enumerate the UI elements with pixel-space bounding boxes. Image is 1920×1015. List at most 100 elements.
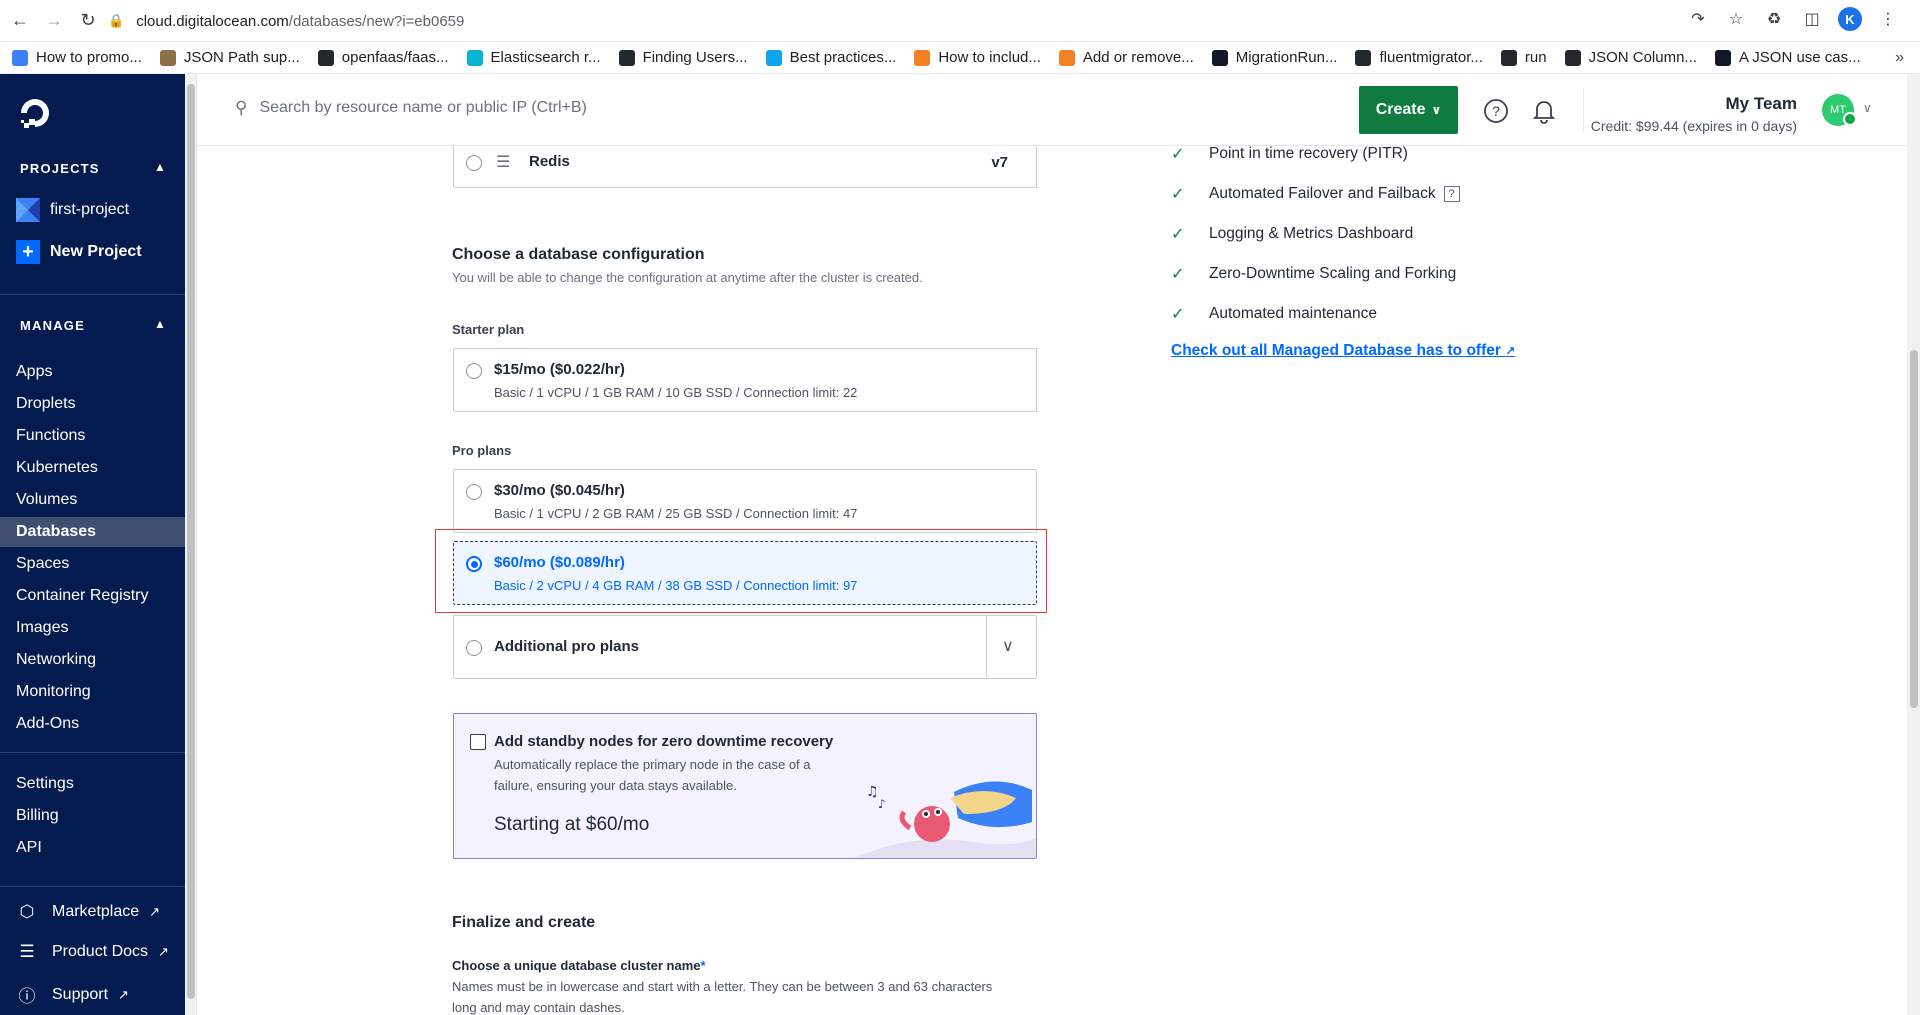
projects-collapse-icon[interactable]: ▲ bbox=[154, 160, 166, 174]
external-link-icon: ↗ bbox=[149, 904, 161, 919]
product-docs-label: Product Docs bbox=[52, 943, 149, 960]
plan-option-pro-60[interactable]: $60/mo ($0.089/hr) Basic / 2 vCPU / 4 GB… bbox=[453, 541, 1037, 605]
notifications-bell-icon[interactable] bbox=[1531, 98, 1557, 124]
manage-collapse-icon[interactable]: ▲ bbox=[154, 317, 166, 331]
sidebar-item-apps[interactable]: Apps bbox=[0, 357, 185, 387]
browser-menu-icon[interactable]: ⋮ bbox=[1876, 9, 1900, 29]
bookmark-item[interactable]: JSON Column... bbox=[1564, 49, 1697, 66]
sidebar-project-first[interactable]: first-project bbox=[16, 198, 129, 222]
share-icon[interactable]: ↷ bbox=[1686, 9, 1710, 29]
bookmark-favicon-icon bbox=[1500, 49, 1517, 66]
bookmark-favicon-icon bbox=[317, 49, 334, 66]
plan-radio[interactable] bbox=[466, 640, 482, 656]
check-icon: ✓ bbox=[1171, 226, 1185, 243]
bookmark-item[interactable]: MigrationRun... bbox=[1211, 49, 1337, 66]
standby-checkbox[interactable] bbox=[470, 734, 486, 750]
standby-nodes-card: Add standby nodes for zero downtime reco… bbox=[453, 713, 1037, 859]
sidebar-item-add-ons[interactable]: Add-Ons bbox=[0, 709, 185, 739]
sidebar-item-billing[interactable]: Billing bbox=[0, 801, 185, 831]
bookmark-favicon-icon bbox=[1355, 49, 1372, 66]
bookmark-star-icon[interactable]: ☆ bbox=[1724, 9, 1748, 29]
chevron-down-icon[interactable]: ∨ bbox=[1863, 101, 1872, 115]
chevron-down-icon[interactable]: ∨ bbox=[1002, 636, 1014, 656]
cluster-name-help-line1: Names must be in lowercase and start wit… bbox=[452, 979, 993, 994]
additional-pro-plans-dropdown[interactable]: Additional pro plans ∨ bbox=[453, 615, 1037, 679]
bookmark-label: JSON Path sup... bbox=[183, 49, 300, 66]
sidebar-support-link[interactable]: ⓘ Support ↗ bbox=[16, 982, 129, 1007]
bookmark-item[interactable]: run bbox=[1500, 49, 1547, 66]
bookmark-item[interactable]: Elasticsearch r... bbox=[466, 49, 601, 66]
digitalocean-logo[interactable] bbox=[18, 96, 52, 130]
header-divider bbox=[1583, 88, 1584, 132]
plan-option-starter[interactable]: $15/mo ($0.022/hr) Basic / 1 vCPU / 1 GB… bbox=[453, 348, 1037, 412]
sidebar-item-container-registry[interactable]: Container Registry bbox=[0, 581, 185, 611]
bookmark-favicon-icon bbox=[466, 49, 483, 66]
sidebar-marketplace-link[interactable]: ⬡ Marketplace ↗ bbox=[16, 902, 160, 922]
scrollbar-thumb[interactable] bbox=[187, 84, 195, 999]
sidebar-scrollbar[interactable] bbox=[185, 74, 197, 1015]
bookmark-item[interactable]: JSON Path sup... bbox=[159, 49, 300, 66]
sidebar-item-functions[interactable]: Functions bbox=[0, 421, 185, 451]
address-bar[interactable]: 🔒 cloud.digitalocean.com/databases/new?i… bbox=[108, 6, 1748, 36]
sidebar-item-networking[interactable]: Networking bbox=[0, 645, 185, 675]
side-panel-icon[interactable]: ◫ bbox=[1800, 9, 1824, 29]
forward-icon[interactable]: → bbox=[40, 7, 68, 35]
docs-icon: ☰ bbox=[19, 942, 35, 961]
config-section-subtitle: You will be able to change the configura… bbox=[452, 270, 923, 285]
extensions-icon[interactable]: ♻ bbox=[1762, 9, 1786, 29]
create-button[interactable]: Create ∨ bbox=[1359, 86, 1458, 134]
plan-option-pro-30[interactable]: $30/mo ($0.045/hr) Basic / 1 vCPU / 2 GB… bbox=[453, 469, 1037, 533]
project-label: first-project bbox=[50, 201, 130, 218]
sidebar-item-kubernetes[interactable]: Kubernetes bbox=[0, 453, 185, 483]
sidebar-item-monitoring[interactable]: Monitoring bbox=[0, 677, 185, 707]
managed-database-offer-link[interactable]: Check out all Managed Database has to of… bbox=[1171, 342, 1515, 360]
sidebar-item-spaces[interactable]: Spaces bbox=[0, 549, 185, 579]
back-icon[interactable]: ← bbox=[6, 7, 34, 35]
cluster-name-label: Choose a unique database cluster name* bbox=[452, 958, 706, 973]
chevron-down-icon: ∨ bbox=[1431, 103, 1442, 117]
sidebar-item-volumes[interactable]: Volumes bbox=[0, 485, 185, 515]
bookmark-favicon-icon bbox=[618, 49, 635, 66]
bookmark-item[interactable]: How to includ... bbox=[914, 49, 1041, 66]
sidebar-product-docs-link[interactable]: ☰ Product Docs ↗ bbox=[16, 942, 169, 962]
help-icon[interactable]: ? bbox=[1483, 98, 1509, 124]
sidebar-item-images[interactable]: Images bbox=[0, 613, 185, 643]
plan-radio[interactable] bbox=[466, 363, 482, 379]
external-link-icon: ↗ bbox=[158, 944, 169, 959]
sidebar-item-databases[interactable]: Databases bbox=[0, 517, 185, 547]
create-label: Create bbox=[1375, 101, 1426, 118]
cluster-name-help-line2: long and may contain dashes. bbox=[452, 1000, 625, 1015]
sidebar-divider bbox=[0, 294, 185, 295]
sidebar-item-api[interactable]: API bbox=[0, 833, 185, 863]
bookmark-item[interactable]: openfaas/faas... bbox=[317, 49, 449, 66]
bookmark-label: A JSON use cas... bbox=[1738, 49, 1861, 66]
bookmarks-overflow-icon[interactable]: » bbox=[1895, 49, 1904, 67]
bookmark-item[interactable]: Finding Users... bbox=[618, 49, 748, 66]
plan-price: $15/mo ($0.022/hr) bbox=[494, 361, 625, 378]
bookmark-item[interactable]: Best practices... bbox=[765, 49, 896, 66]
plan-spec: Basic / 1 vCPU / 2 GB RAM / 25 GB SSD / … bbox=[494, 506, 858, 521]
bookmark-item[interactable]: fluentmigrator... bbox=[1355, 49, 1483, 66]
plan-radio-selected[interactable] bbox=[466, 556, 482, 572]
team-name[interactable]: My Team bbox=[1726, 94, 1798, 114]
bookmark-item[interactable]: A JSON use cas... bbox=[1714, 49, 1861, 66]
bookmark-item[interactable]: How to promo... bbox=[12, 49, 142, 66]
new-project-button[interactable]: + New Project bbox=[16, 240, 142, 264]
page-scrollbar[interactable] bbox=[1907, 74, 1920, 1015]
search-bar[interactable]: ⚲ Search by resource name or public IP (… bbox=[235, 98, 587, 118]
standby-price: Starting at $60/mo bbox=[494, 814, 650, 835]
engine-radio[interactable] bbox=[466, 155, 482, 171]
plan-spec: Basic / 2 vCPU / 4 GB RAM / 38 GB SSD / … bbox=[494, 578, 858, 593]
feature-label: Automated Failover and Failback bbox=[1209, 185, 1436, 202]
marketplace-icon: ⬡ bbox=[19, 902, 35, 921]
scrollbar-thumb[interactable] bbox=[1910, 350, 1918, 708]
sidebar-item-droplets[interactable]: Droplets bbox=[0, 389, 185, 419]
info-tooltip-icon[interactable]: ? bbox=[1443, 186, 1460, 202]
browser-profile-avatar[interactable]: K bbox=[1838, 7, 1862, 31]
bookmark-item[interactable]: Add or remove... bbox=[1058, 49, 1194, 66]
sidebar-item-settings[interactable]: Settings bbox=[0, 769, 185, 799]
reload-icon[interactable]: ↻ bbox=[74, 7, 102, 35]
additional-plans-label: Additional pro plans bbox=[494, 638, 639, 655]
plan-radio[interactable] bbox=[466, 484, 482, 500]
engine-option-redis[interactable]: ☰ Redis v7 bbox=[453, 146, 1037, 188]
